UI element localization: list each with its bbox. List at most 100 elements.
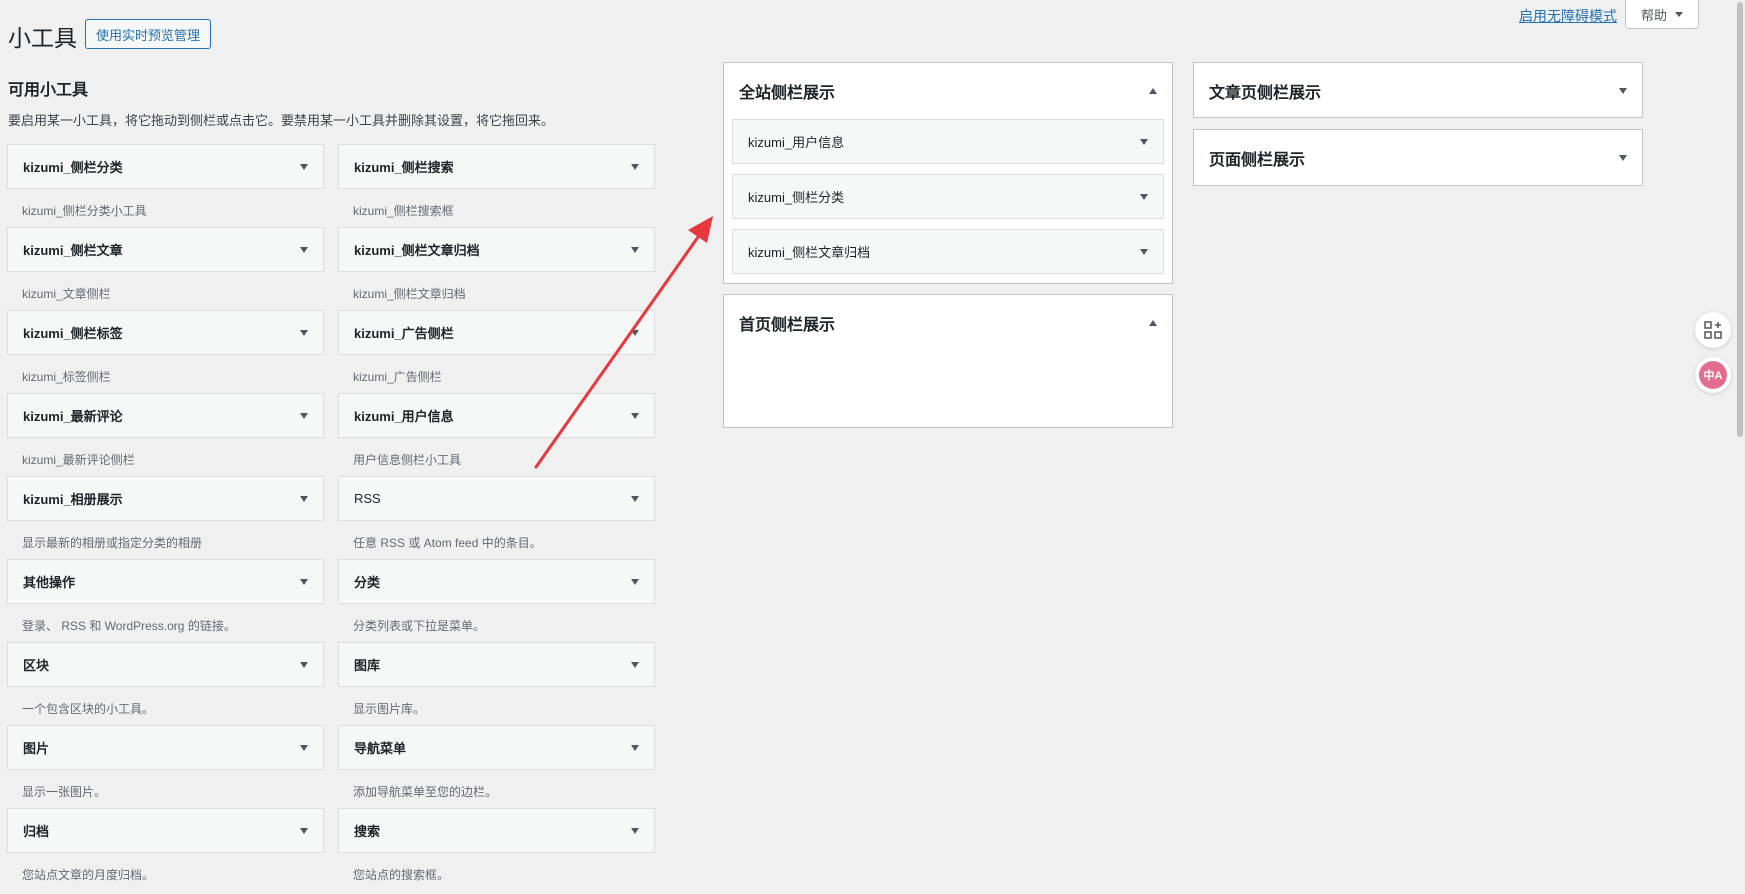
widget-label: kizumi_侧栏搜索: [354, 160, 454, 175]
chevron-down-icon[interactable]: [300, 412, 308, 419]
grid-plus-icon: [1704, 321, 1722, 339]
widget-item: kizumi_侧栏分类 kizumi_侧栏分类小工具: [7, 144, 324, 227]
chevron-up-icon[interactable]: [1149, 88, 1157, 94]
chevron-down-icon[interactable]: [631, 495, 639, 502]
available-widgets-description: 要启用某一小工具，将它拖动到侧栏或点击它。要禁用某一小工具并删除其设置，将它拖回…: [8, 113, 555, 128]
widget-item: 导航菜单 添加导航菜单至您的边栏。: [338, 725, 655, 808]
widget-title-bar[interactable]: kizumi_侧栏标签: [7, 310, 324, 355]
sidebar-area-header[interactable]: 页面侧栏展示: [1194, 130, 1642, 186]
widget-item: 归档 您站点文章的月度归档。: [7, 808, 324, 891]
page-scrollbar[interactable]: [1733, 0, 1745, 894]
chevron-down-icon[interactable]: [300, 744, 308, 751]
widget-label: kizumi_最新评论: [23, 409, 123, 424]
chevron-down-icon[interactable]: [631, 827, 639, 834]
chevron-down-icon[interactable]: [300, 661, 308, 668]
widget-label: kizumi_侧栏文章归档: [354, 243, 480, 258]
widget-title-bar[interactable]: kizumi_侧栏文章: [7, 227, 324, 272]
widget-title-bar[interactable]: kizumi_相册展示: [7, 476, 324, 521]
widget-item: RSS 任意 RSS 或 Atom feed 中的条目。: [338, 476, 655, 559]
chevron-down-icon[interactable]: [631, 163, 639, 170]
widget-item: kizumi_侧栏标签 kizumi_标签侧栏: [7, 310, 324, 393]
widget-label: kizumi_广告侧栏: [354, 326, 454, 341]
widget-title-bar[interactable]: 搜索: [338, 808, 655, 853]
widget-description: 添加导航菜单至您的边栏。: [353, 785, 498, 799]
widget-title-bar[interactable]: 图片: [7, 725, 324, 770]
widget-title-bar[interactable]: 区块: [7, 642, 324, 687]
chevron-down-icon[interactable]: [631, 412, 639, 419]
widget-title-bar[interactable]: kizumi_侧栏文章归档: [338, 227, 655, 272]
widget-title-bar[interactable]: kizumi_广告侧栏: [338, 310, 655, 355]
scrollbar-thumb[interactable]: [1737, 2, 1743, 437]
chevron-down-icon[interactable]: [1619, 88, 1627, 94]
widget-title-bar[interactable]: kizumi_用户信息: [338, 393, 655, 438]
widget-label: 分类: [354, 575, 381, 590]
sidebar-area-header[interactable]: 文章页侧栏展示: [1194, 63, 1642, 119]
widget-description: kizumi_最新评论侧栏: [22, 453, 135, 467]
widget-item: 图片 显示一张图片。: [7, 725, 324, 808]
sidebar-widget[interactable]: kizumi_用户信息: [732, 119, 1164, 164]
sidebar-area-site: 全站侧栏展示 kizumi_用户信息 kizumi_侧栏分类 kizumi_侧栏…: [723, 62, 1173, 284]
chevron-down-icon[interactable]: [1619, 155, 1627, 161]
chevron-down-icon[interactable]: [1140, 193, 1148, 200]
chevron-down-icon[interactable]: [1140, 138, 1148, 145]
widget-description: kizumi_侧栏文章归档: [353, 287, 466, 301]
sidebar-widget[interactable]: kizumi_侧栏分类: [732, 174, 1164, 219]
widget-item: kizumi_最新评论 kizumi_最新评论侧栏: [7, 393, 324, 476]
sidebar-area-article: 文章页侧栏展示: [1193, 62, 1643, 118]
chevron-down-icon[interactable]: [631, 246, 639, 253]
widget-label: kizumi_侧栏文章: [23, 243, 123, 258]
chevron-down-icon[interactable]: [631, 578, 639, 585]
widget-title-bar[interactable]: 归档: [7, 808, 324, 853]
widget-label: 导航菜单: [354, 741, 407, 756]
accessibility-mode-link[interactable]: 启用无障碍模式: [1519, 6, 1617, 26]
widget-label: RSS: [354, 491, 381, 506]
widget-title-bar[interactable]: RSS: [338, 476, 655, 521]
widget-description: 任意 RSS 或 Atom feed 中的条目。: [353, 536, 542, 550]
chevron-down-icon[interactable]: [631, 744, 639, 751]
widget-label: 图库: [354, 658, 381, 673]
chevron-down-icon: [1675, 11, 1683, 17]
apps-tool-button[interactable]: [1695, 312, 1731, 348]
widget-item: kizumi_侧栏文章 kizumi_文章侧栏: [7, 227, 324, 310]
widget-title-bar[interactable]: 分类: [338, 559, 655, 604]
widget-label: 图片: [23, 741, 50, 756]
widget-title-bar[interactable]: 导航菜单: [338, 725, 655, 770]
translate-tool-button[interactable]: 中A: [1695, 357, 1731, 393]
sidebar-area-header[interactable]: 全站侧栏展示: [724, 63, 1172, 119]
widget-description: 您站点的搜索框。: [353, 868, 450, 882]
chevron-down-icon[interactable]: [631, 329, 639, 336]
sidebar-widget-label: kizumi_侧栏文章归档: [748, 245, 871, 260]
live-preview-button[interactable]: 使用实时预览管理: [85, 19, 211, 49]
widget-description: kizumi_侧栏搜索框: [353, 204, 454, 218]
widget-label: 其他操作: [23, 575, 76, 590]
sidebar-widget[interactable]: kizumi_侧栏文章归档: [732, 229, 1164, 274]
widget-title-bar[interactable]: kizumi_侧栏搜索: [338, 144, 655, 189]
chevron-up-icon[interactable]: [1149, 320, 1157, 326]
widget-label: kizumi_相册展示: [23, 492, 123, 507]
chevron-down-icon[interactable]: [300, 163, 308, 170]
chevron-down-icon[interactable]: [631, 661, 639, 668]
chevron-down-icon[interactable]: [300, 246, 308, 253]
help-button[interactable]: 帮助: [1625, 0, 1699, 29]
widget-title-bar[interactable]: kizumi_最新评论: [7, 393, 324, 438]
chevron-down-icon[interactable]: [300, 827, 308, 834]
widget-item: kizumi_广告侧栏 kizumi_广告侧栏: [338, 310, 655, 393]
sidebar-area-home: 首页侧栏展示: [723, 294, 1173, 428]
sidebar-area-title: 文章页侧栏展示: [1209, 85, 1322, 102]
chevron-down-icon[interactable]: [300, 578, 308, 585]
translate-icon: 中A: [1699, 361, 1727, 389]
chevron-down-icon[interactable]: [300, 329, 308, 336]
widget-title-bar[interactable]: 其他操作: [7, 559, 324, 604]
widget-title-bar[interactable]: 图库: [338, 642, 655, 687]
widget-description: 您站点文章的月度归档。: [22, 868, 155, 882]
page-title: 小工具: [8, 25, 77, 51]
widget-item: 分类 分类列表或下拉是菜单。: [338, 559, 655, 642]
chevron-down-icon[interactable]: [300, 495, 308, 502]
widget-description: 显示图片库。: [353, 702, 426, 716]
chevron-down-icon[interactable]: [1140, 248, 1148, 255]
widget-description: 一个包含区块的小工具。: [22, 702, 155, 716]
sidebar-area-header[interactable]: 首页侧栏展示: [724, 295, 1172, 351]
sidebar-area-title: 全站侧栏展示: [739, 85, 836, 102]
widget-label: 归档: [23, 824, 50, 839]
widget-title-bar[interactable]: kizumi_侧栏分类: [7, 144, 324, 189]
